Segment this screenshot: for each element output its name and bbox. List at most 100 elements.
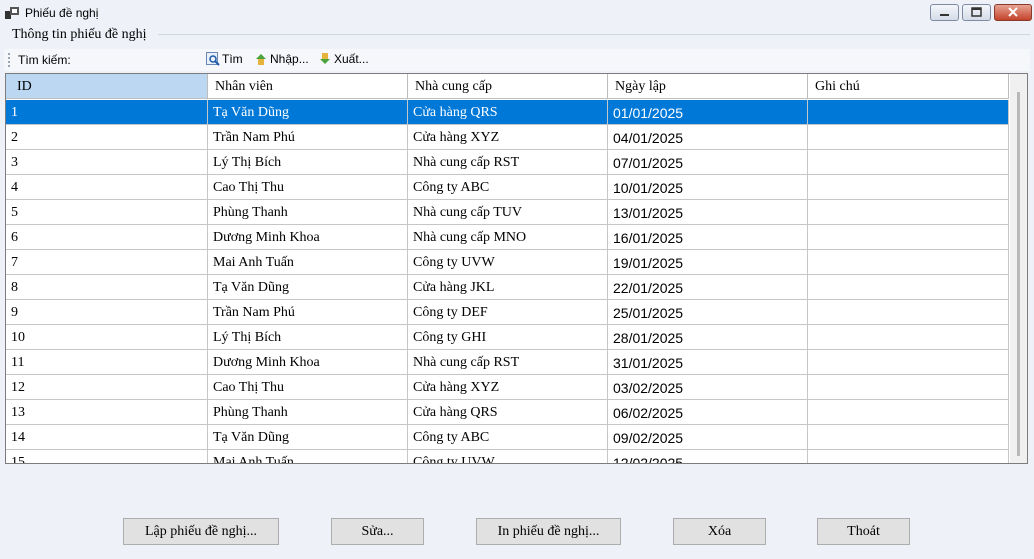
- cell-id[interactable]: 12: [6, 375, 208, 400]
- table-row[interactable]: 15 Mai Anh Tuấn Công ty UVW 12/02/2025: [6, 450, 1009, 463]
- column-header-note[interactable]: Ghi chú: [808, 74, 1009, 99]
- cell-supplier[interactable]: Công ty DEF: [408, 300, 608, 325]
- cell-date[interactable]: 03/02/2025: [608, 375, 808, 400]
- table-row[interactable]: 7 Mai Anh Tuấn Công ty UVW 19/01/2025: [6, 250, 1009, 275]
- cell-id[interactable]: 15: [6, 450, 208, 463]
- cell-note[interactable]: [808, 225, 1009, 250]
- column-header-supplier[interactable]: Nhà cung cấp: [408, 74, 608, 99]
- close-button[interactable]: [994, 4, 1032, 21]
- cell-id[interactable]: 7: [6, 250, 208, 275]
- cell-date[interactable]: 09/02/2025: [608, 425, 808, 450]
- cell-employee[interactable]: Mai Anh Tuấn: [208, 250, 408, 275]
- cell-supplier[interactable]: Cửa hàng XYZ: [408, 125, 608, 150]
- cell-date[interactable]: 25/01/2025: [608, 300, 808, 325]
- cell-supplier[interactable]: Nhà cung cấp TUV: [408, 200, 608, 225]
- table-row[interactable]: 6 Dương Minh Khoa Nhà cung cấp MNO 16/01/20…: [6, 225, 1009, 250]
- cell-employee[interactable]: Dương Minh Khoa: [208, 350, 408, 375]
- cell-id[interactable]: 11: [6, 350, 208, 375]
- table-row[interactable]: 2 Trần Nam Phú Cửa hàng XYZ 04/01/2025: [6, 125, 1009, 150]
- table-row[interactable]: 4 Cao Thị Thu Công ty ABC 10/01/2025: [6, 175, 1009, 200]
- cell-date[interactable]: 13/01/2025: [608, 200, 808, 225]
- cell-employee[interactable]: Tạ Văn Dũng: [208, 275, 408, 300]
- exit-button[interactable]: Thoát: [817, 518, 910, 545]
- cell-employee[interactable]: Dương Minh Khoa: [208, 225, 408, 250]
- column-header-employee[interactable]: Nhân viên: [208, 74, 408, 99]
- cell-date[interactable]: 16/01/2025: [608, 225, 808, 250]
- import-button[interactable]: Nhập...: [254, 51, 314, 69]
- column-header-id[interactable]: ID: [6, 74, 208, 99]
- maximize-button[interactable]: [962, 4, 991, 21]
- cell-note[interactable]: [808, 125, 1009, 150]
- cell-date[interactable]: 12/02/2025: [608, 450, 808, 463]
- cell-id[interactable]: 3: [6, 150, 208, 175]
- search-button[interactable]: Tìm: [206, 51, 246, 69]
- cell-id[interactable]: 4: [6, 175, 208, 200]
- cell-note[interactable]: [808, 450, 1009, 463]
- edit-button[interactable]: Sửa...: [331, 518, 424, 545]
- cell-date[interactable]: 22/01/2025: [608, 275, 808, 300]
- cell-employee[interactable]: Tạ Văn Dũng: [208, 425, 408, 450]
- cell-id[interactable]: 14: [6, 425, 208, 450]
- cell-date[interactable]: 06/02/2025: [608, 400, 808, 425]
- cell-supplier[interactable]: Công ty UVW: [408, 250, 608, 275]
- table-row[interactable]: 11 Dương Minh Khoa Nhà cung cấp RST 31/01/2…: [6, 350, 1009, 375]
- requests-table[interactable]: ID Nhân viên Nhà cung cấp Ngày lập Ghi c…: [5, 73, 1028, 464]
- cell-date[interactable]: 04/01/2025: [608, 125, 808, 150]
- cell-date[interactable]: 19/01/2025: [608, 250, 808, 275]
- create-request-button[interactable]: Lập phiếu đề nghị...: [123, 518, 279, 545]
- cell-note[interactable]: [808, 400, 1009, 425]
- table-row[interactable]: 9 Trần Nam Phú Công ty DEF 25/01/2025: [6, 300, 1009, 325]
- table-row[interactable]: 14 Tạ Văn Dũng Công ty ABC 09/02/2025: [6, 425, 1009, 450]
- cell-note[interactable]: [808, 350, 1009, 375]
- cell-supplier[interactable]: Công ty ABC: [408, 175, 608, 200]
- cell-employee[interactable]: Mai Anh Tuấn: [208, 450, 408, 463]
- cell-id[interactable]: 8: [6, 275, 208, 300]
- cell-employee[interactable]: Tạ Văn Dũng: [208, 100, 408, 125]
- cell-supplier[interactable]: Công ty GHI: [408, 325, 608, 350]
- cell-employee[interactable]: Cao Thị Thu: [208, 175, 408, 200]
- cell-note[interactable]: [808, 300, 1009, 325]
- cell-employee[interactable]: Phùng Thanh: [208, 400, 408, 425]
- cell-date[interactable]: 31/01/2025: [608, 350, 808, 375]
- table-row[interactable]: 10 Lý Thị Bích Công ty GHI 28/01/2025: [6, 325, 1009, 350]
- cell-employee[interactable]: Trần Nam Phú: [208, 125, 408, 150]
- cell-note[interactable]: [808, 100, 1009, 125]
- cell-supplier[interactable]: Nhà cung cấp MNO: [408, 225, 608, 250]
- cell-date[interactable]: 10/01/2025: [608, 175, 808, 200]
- cell-date[interactable]: 28/01/2025: [608, 325, 808, 350]
- search-input[interactable]: [76, 50, 196, 68]
- cell-supplier[interactable]: Cửa hàng QRS: [408, 400, 608, 425]
- minimize-button[interactable]: [930, 4, 959, 21]
- cell-note[interactable]: [808, 275, 1009, 300]
- cell-note[interactable]: [808, 200, 1009, 225]
- cell-employee[interactable]: Lý Thị Bích: [208, 150, 408, 175]
- cell-id[interactable]: 2: [6, 125, 208, 150]
- cell-id[interactable]: 10: [6, 325, 208, 350]
- cell-employee[interactable]: Cao Thị Thu: [208, 375, 408, 400]
- table-row[interactable]: 1 Tạ Văn Dũng Cửa hàng QRS 01/01/2025: [6, 100, 1009, 125]
- table-row[interactable]: 5 Phùng Thanh Nhà cung cấp TUV 13/01/2025: [6, 200, 1009, 225]
- cell-id[interactable]: 5: [6, 200, 208, 225]
- cell-id[interactable]: 9: [6, 300, 208, 325]
- print-request-button[interactable]: In phiếu đề nghị...: [476, 518, 621, 545]
- cell-supplier[interactable]: Cửa hàng JKL: [408, 275, 608, 300]
- cell-supplier[interactable]: Cửa hàng QRS: [408, 100, 608, 125]
- vertical-scrollbar[interactable]: [1010, 74, 1027, 463]
- cell-date[interactable]: 01/01/2025: [608, 100, 808, 125]
- export-button[interactable]: Xuất...: [318, 51, 378, 69]
- cell-id[interactable]: 6: [6, 225, 208, 250]
- cell-note[interactable]: [808, 175, 1009, 200]
- cell-supplier[interactable]: Công ty UVW: [408, 450, 608, 463]
- toolbar-grip[interactable]: [8, 53, 10, 67]
- cell-employee[interactable]: Phùng Thanh: [208, 200, 408, 225]
- cell-supplier[interactable]: Cửa hàng XYZ: [408, 375, 608, 400]
- cell-supplier[interactable]: Công ty ABC: [408, 425, 608, 450]
- cell-note[interactable]: [808, 250, 1009, 275]
- cell-employee[interactable]: Lý Thị Bích: [208, 325, 408, 350]
- cell-id[interactable]: 13: [6, 400, 208, 425]
- delete-button[interactable]: Xóa: [673, 518, 766, 545]
- cell-note[interactable]: [808, 375, 1009, 400]
- table-row[interactable]: 3 Lý Thị Bích Nhà cung cấp RST 07/01/2025: [6, 150, 1009, 175]
- cell-supplier[interactable]: Nhà cung cấp RST: [408, 150, 608, 175]
- column-header-date[interactable]: Ngày lập: [608, 74, 808, 99]
